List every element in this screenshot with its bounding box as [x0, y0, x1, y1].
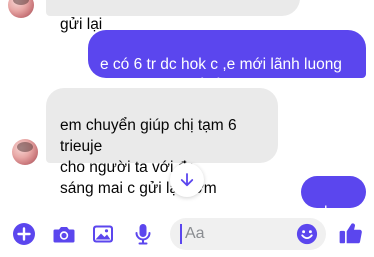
message-text: gửi lại: [60, 16, 103, 33]
like-button[interactable]: [338, 220, 364, 246]
microphone-button[interactable]: [131, 222, 155, 246]
scroll-to-bottom-button[interactable]: [170, 163, 204, 197]
outgoing-message[interactable]: dạ c: [301, 176, 366, 221]
camera-icon: [53, 227, 75, 243]
outgoing-message[interactable]: e có 6 tr dc hok c ,e mới lãnh luong có …: [88, 30, 366, 94]
incoming-message[interactable]: gửi lại: [46, 0, 300, 33]
incoming-message[interactable]: em chuyển giúp chị tạm 6 trieuje cho ngư…: [46, 88, 278, 197]
image-icon: [93, 225, 113, 243]
contact-avatar[interactable]: [12, 139, 38, 165]
thumbs-up-icon: [339, 223, 362, 244]
plus-button[interactable]: [12, 222, 36, 246]
message-text: dạ c: [318, 204, 349, 221]
emoji-icon[interactable]: [296, 223, 318, 245]
plus-icon: [13, 223, 35, 245]
message-text: em chuyển giúp chị tạm 6 trieuje cho ngư…: [60, 117, 237, 197]
message-composer[interactable]: [170, 218, 326, 250]
camera-button[interactable]: [52, 222, 76, 246]
message-input[interactable]: [180, 224, 290, 244]
contact-avatar[interactable]: [8, 0, 34, 18]
image-button[interactable]: [91, 222, 115, 246]
microphone-icon: [135, 224, 151, 245]
arrow-down-icon: [180, 173, 194, 187]
